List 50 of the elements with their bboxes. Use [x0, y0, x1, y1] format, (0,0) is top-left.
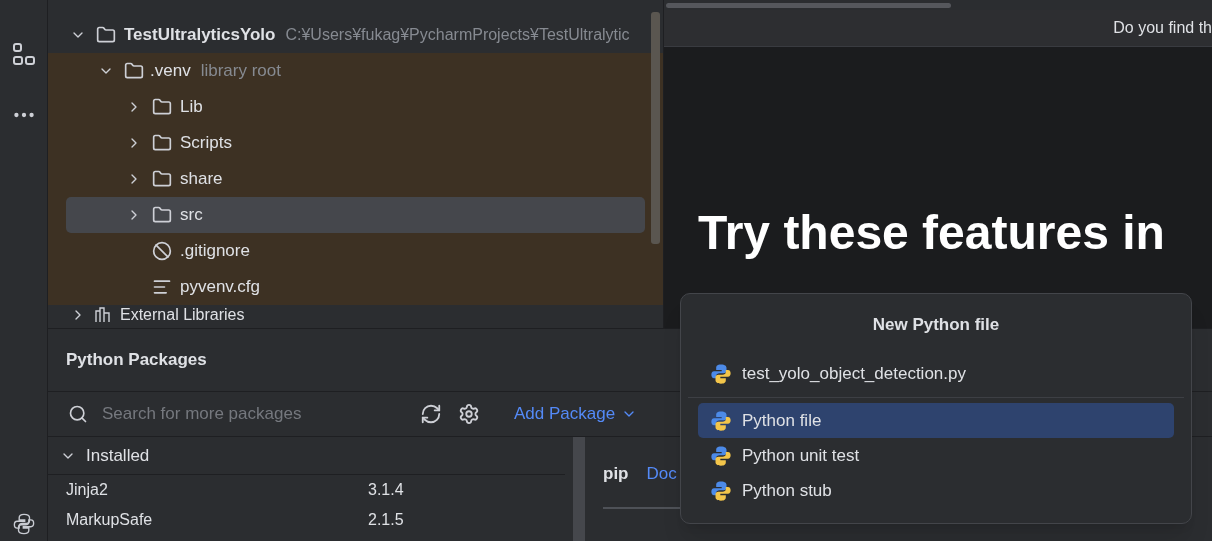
- scrollbar[interactable]: [666, 3, 951, 8]
- python-icon: [710, 479, 732, 502]
- welcome-heading: Try these features in: [698, 206, 1165, 259]
- panel-title: Python Packages: [66, 349, 207, 372]
- package-version: 3.1.4: [368, 480, 404, 500]
- file-type-item[interactable]: Python unit test: [698, 438, 1174, 473]
- python-icon: [710, 363, 732, 385]
- tree-item[interactable]: .gitignore: [180, 238, 250, 264]
- folder-icon: [152, 205, 172, 225]
- library-root-hint: library root: [200, 60, 281, 83]
- project-path: C:¥Users¥fukag¥PycharmProjects¥TestUltralytic: [285, 25, 630, 45]
- add-package-button[interactable]: Add Package: [514, 401, 638, 427]
- tree-item[interactable]: pyvenv.cfg: [180, 274, 260, 300]
- section-header[interactable]: Installed: [86, 442, 150, 469]
- package-detail-name: pip: [603, 463, 629, 485]
- scrollbar[interactable]: [573, 437, 585, 541]
- scrollbar[interactable]: [651, 12, 660, 244]
- tree-item[interactable]: src: [180, 202, 203, 228]
- package-version: 2.1.5: [368, 510, 404, 530]
- tree-item[interactable]: .venv: [150, 58, 191, 84]
- folder-icon: [152, 169, 172, 189]
- tree-item[interactable]: share: [180, 166, 223, 192]
- folder-icon: [152, 97, 172, 117]
- tree-item[interactable]: Lib: [180, 94, 203, 120]
- search-icon: [68, 404, 88, 424]
- package-name[interactable]: Jinja2: [66, 478, 368, 502]
- docs-link[interactable]: Doc: [646, 461, 677, 487]
- library-icon: [94, 307, 112, 323]
- python-icon: [710, 444, 732, 467]
- folder-icon: [96, 25, 116, 45]
- package-name[interactable]: MarkupSafe: [66, 508, 368, 532]
- popup-title: New Python file: [872, 314, 1000, 337]
- selected-tree-row[interactable]: src: [66, 197, 645, 233]
- refresh-icon[interactable]: [420, 403, 442, 425]
- text-file-icon: [152, 277, 172, 297]
- file-type-item[interactable]: Python file: [698, 403, 1174, 438]
- file-type-item[interactable]: Python stub: [698, 473, 1174, 508]
- recent-file-item[interactable]: test_yolo_object_detection.py: [698, 356, 1174, 392]
- banner-text: Do you find th: [1113, 18, 1212, 38]
- python-icon: [710, 409, 732, 432]
- folder-icon: [152, 133, 172, 153]
- folder-icon: [124, 61, 144, 81]
- grid-icon[interactable]: [10, 42, 37, 68]
- ignore-file-icon: [152, 241, 172, 261]
- search-field[interactable]: Search for more packages: [68, 401, 408, 427]
- tree-item[interactable]: External Libraries: [120, 305, 245, 325]
- project-name[interactable]: TestUltralyticsYolo: [124, 22, 276, 48]
- settings-icon[interactable]: [458, 403, 480, 425]
- python-packages-icon: [12, 513, 35, 535]
- tree-item[interactable]: Scripts: [180, 130, 232, 156]
